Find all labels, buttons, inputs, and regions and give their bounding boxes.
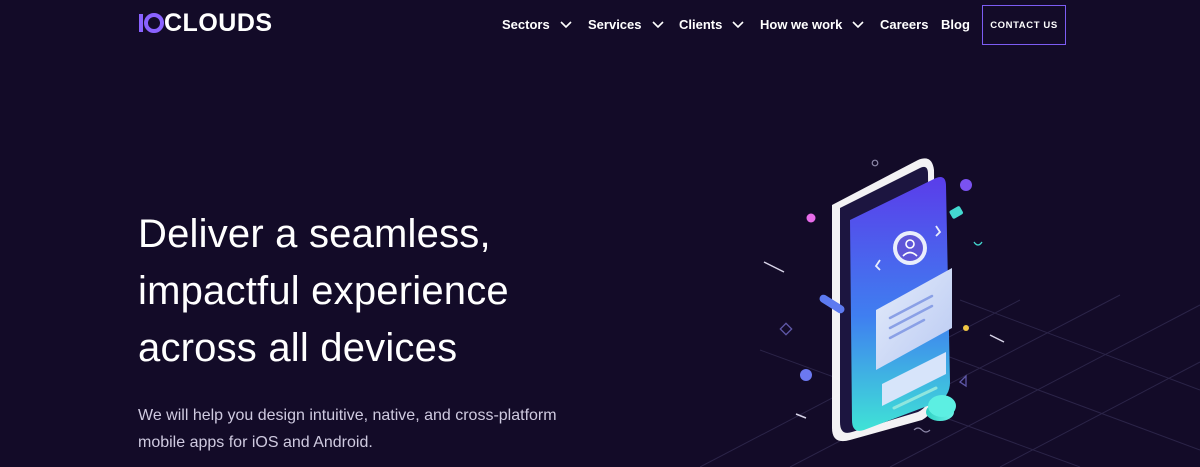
phone-illustration [700, 158, 1200, 467]
hero-subtitle-line: mobile apps for iOS and Android. [138, 434, 373, 451]
nav-item-careers[interactable]: Careers [880, 17, 928, 32]
hero-title-line: across all devices [138, 326, 458, 370]
nav-item-clients[interactable]: Clients [679, 17, 744, 32]
nav-item-label: Blog [941, 17, 970, 32]
nav-item-label: Careers [880, 17, 929, 32]
landing-page: CLOUDS Sectors Services Clients How we w… [0, 0, 1200, 467]
hero-title: Deliver a seamless, impactful experience… [138, 206, 658, 377]
nav-item-how-we-work[interactable]: How we work [760, 17, 864, 32]
hero-title-line: Deliver a seamless, [138, 212, 491, 256]
chevron-down-icon [732, 20, 744, 28]
nav-item-services[interactable]: Services [588, 17, 664, 32]
nav-item-sectors[interactable]: Sectors [502, 17, 572, 32]
nav-item-label: Sectors [502, 17, 550, 32]
nav-item-label: Services [588, 17, 642, 32]
chevron-down-icon [560, 20, 572, 28]
hero-subtitle: We will help you design intuitive, nativ… [138, 402, 638, 456]
hero-subtitle-line: We will help you design intuitive, nativ… [138, 407, 557, 424]
main-nav: Sectors Services Clients How we work Car… [0, 0, 1200, 50]
nav-item-label: Clients [679, 17, 723, 32]
nav-item-label: How we work [760, 17, 843, 32]
chevron-down-icon [651, 20, 664, 28]
chevron-down-icon [852, 20, 864, 28]
contact-us-button[interactable]: CONTACT US [982, 5, 1066, 45]
hero-title-line: impactful experience [138, 269, 509, 313]
nav-item-blog[interactable]: Blog [941, 17, 970, 32]
